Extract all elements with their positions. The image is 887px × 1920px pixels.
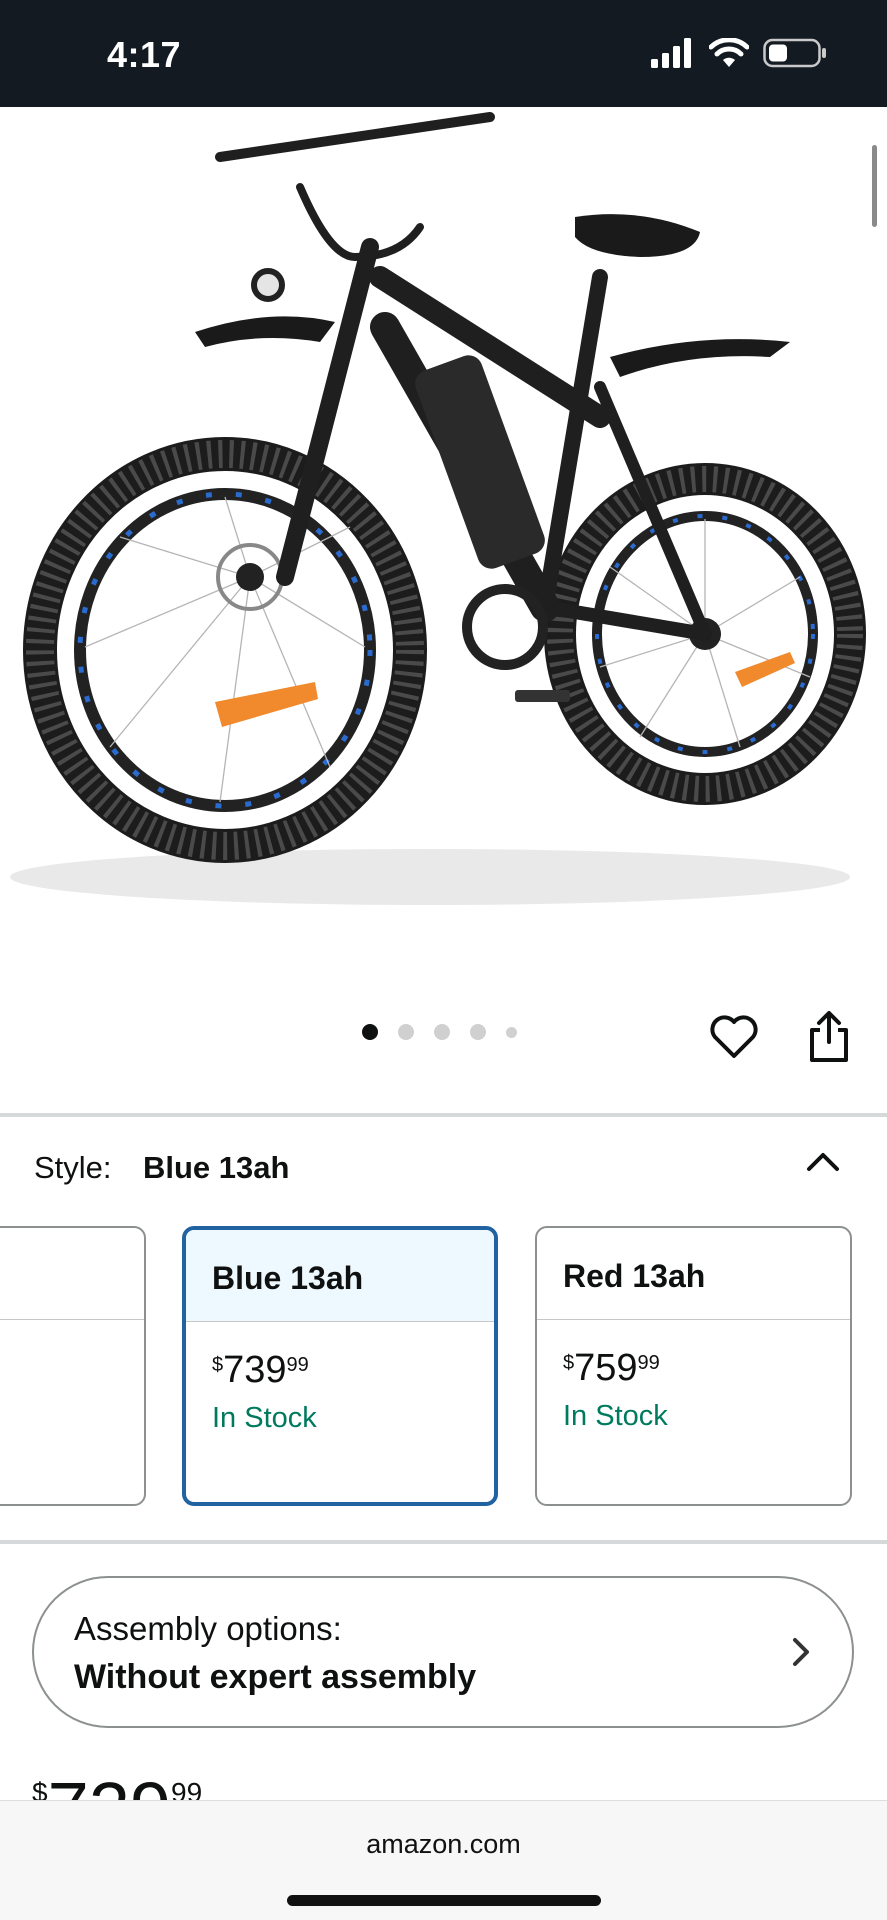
section-divider (0, 1540, 887, 1544)
price-whole: 729 (48, 1769, 171, 1804)
carousel-dot-4[interactable] (470, 1024, 486, 1040)
price-whole: 739 (223, 1349, 287, 1391)
style-option-name: Blue 13ah (186, 1230, 494, 1322)
chevron-right-icon (793, 1638, 809, 1666)
browser-url-bar[interactable]: amazon.com (0, 1800, 887, 1920)
heart-icon (710, 1015, 758, 1058)
style-selected-value: Blue 13ah (143, 1150, 290, 1185)
carousel-dots (362, 1024, 517, 1040)
style-option-card[interactable]: h (0, 1226, 146, 1506)
style-option-card-selected[interactable]: Blue 13ah $ 739 99 In Stock (182, 1226, 498, 1506)
style-option-price: $ 759 99 (563, 1348, 850, 1388)
wifi-icon (709, 38, 749, 67)
style-option-card[interactable]: Red 13ah $ 759 99 In Stock (535, 1226, 852, 1506)
scrollbar-thumb[interactable] (872, 145, 877, 227)
assembly-options-value: Without expert assembly (74, 1658, 477, 1696)
add-to-list-button[interactable] (709, 1012, 759, 1062)
share-icon (810, 1011, 848, 1062)
price-currency: $ (563, 1352, 575, 1374)
stock-status: In Stock (212, 1402, 317, 1434)
url-text[interactable]: amazon.com (0, 1829, 887, 1860)
style-label: Style: (34, 1150, 112, 1185)
assembly-options-button[interactable]: Assembly options: Without expert assembl… (32, 1576, 854, 1728)
style-option-name: h (0, 1228, 144, 1320)
price-fraction: 99 (637, 1352, 660, 1374)
home-indicator[interactable] (287, 1895, 601, 1906)
product-image[interactable] (0, 107, 887, 957)
chevron-up-icon (807, 1153, 839, 1171)
section-divider (0, 1113, 887, 1117)
status-time: 4:17 (107, 34, 182, 75)
battery-icon (763, 38, 826, 68)
carousel-dot-1[interactable] (362, 1024, 378, 1040)
status-icons (651, 38, 827, 68)
bike-image (10, 112, 866, 905)
style-option-price: $ 739 99 (212, 1350, 494, 1390)
collapse-style-button[interactable] (803, 1145, 843, 1175)
front-wheel (23, 437, 427, 863)
style-option-name: Red 13ah (537, 1228, 850, 1320)
assembly-options-label: Assembly options: (74, 1610, 342, 1647)
price-whole: 759 (574, 1347, 638, 1389)
price-currency: $ (212, 1354, 224, 1376)
carousel-dot-2[interactable] (398, 1024, 414, 1040)
product-price: $ 729 99 (32, 1765, 202, 1804)
carousel-dot-5[interactable] (506, 1026, 517, 1038)
carousel-dot-3[interactable] (434, 1024, 450, 1040)
share-button[interactable] (804, 1008, 854, 1064)
cellular-signal-icon (651, 38, 691, 68)
status-bar: 4:17 (0, 0, 887, 107)
stock-status: In Stock (563, 1400, 668, 1432)
price-fraction: 99 (286, 1354, 309, 1376)
